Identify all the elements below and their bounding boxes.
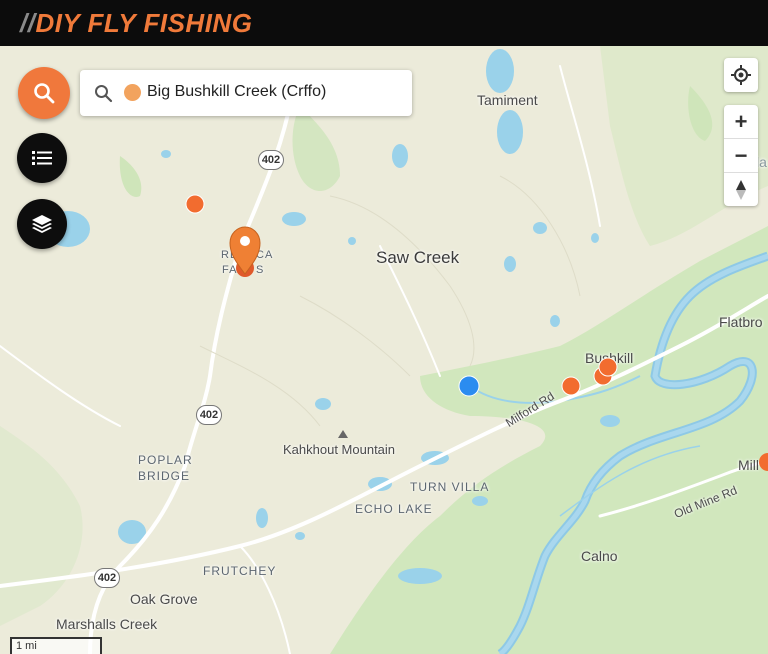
search-icon <box>34 83 55 104</box>
location-type-dot <box>124 84 141 101</box>
zoom-controls: + − <box>724 105 758 206</box>
list-button[interactable] <box>17 133 67 183</box>
route-shield-402: 402 <box>196 405 222 425</box>
layers-button[interactable] <box>17 199 67 249</box>
place-label-flatbrook: Flatbro <box>719 314 763 330</box>
crosshair-icon <box>731 65 751 85</box>
place-label-falls-1: FA <box>222 264 238 276</box>
logo-slash: // <box>20 8 36 38</box>
layers-icon <box>32 215 52 233</box>
logo-text: DIY FLY FISHING <box>35 8 253 38</box>
place-label-oak-grove: Oak Grove <box>130 591 198 607</box>
search-field[interactable]: Big Bushkill Creek (Crffo) <box>80 70 412 116</box>
route-shield-402: 402 <box>94 568 120 588</box>
route-shield-402: 402 <box>258 150 284 170</box>
place-label-falls-2: S <box>256 264 265 276</box>
place-label-tamiment: Tamiment <box>477 92 538 108</box>
place-label-marshalls-creek: Marshalls Creek <box>56 616 158 632</box>
map-canvas[interactable]: Tamiment Saw Creek Flatbro Bushkill Milf… <box>0 46 768 654</box>
compass-icon <box>736 179 746 200</box>
search-query: Big Bushkill Creek (Crffo) <box>147 83 327 100</box>
search-button[interactable] <box>18 67 70 119</box>
place-label-resica-2: CA <box>256 249 274 261</box>
zoom-in-button[interactable]: + <box>724 105 758 139</box>
place-label-turn-villa: TURN VILLA <box>410 480 490 494</box>
search-icon <box>95 85 113 103</box>
app-header: //DIY FLY FISHING <box>0 0 768 46</box>
list-icon <box>32 151 52 165</box>
place-label-kahkhout: Kahkhout Mountain <box>283 442 396 457</box>
scale-bar: 1 mi <box>10 637 102 654</box>
place-label-resica-1: RE <box>221 249 239 261</box>
map-base <box>0 46 768 654</box>
zoom-out-button[interactable]: − <box>724 139 758 173</box>
place-label-echo-lake: ECHO LAKE <box>355 502 433 516</box>
place-label-frutchey: FRUTCHEY <box>203 564 277 578</box>
place-label-saw-creek: Saw Creek <box>376 248 460 267</box>
place-label-bridge: BRIDGE <box>138 469 191 483</box>
place-label-poplar: POPLAR <box>138 453 193 467</box>
place-label-bushkill: Bushkill <box>585 350 634 366</box>
geolocate-button[interactable] <box>724 58 758 92</box>
place-label-calno: Calno <box>581 548 618 564</box>
compass-button[interactable] <box>724 173 758 206</box>
logo[interactable]: //DIY FLY FISHING <box>20 8 252 39</box>
place-label-mill: Mill <box>738 457 759 473</box>
